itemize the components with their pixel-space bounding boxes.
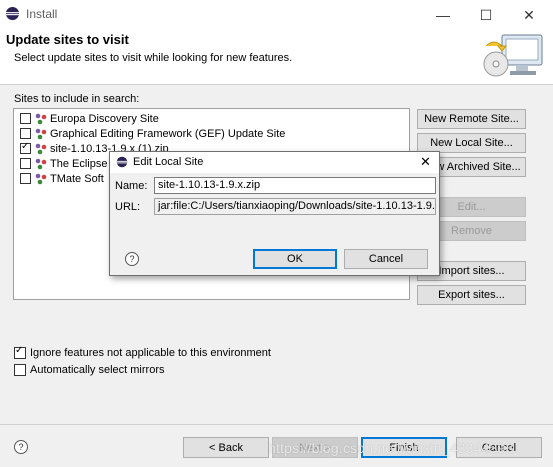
new-local-site-button[interactable]: New Local Site...	[417, 133, 526, 153]
update-site-icon	[35, 158, 47, 169]
dialog-title: Edit Local Site	[133, 156, 204, 168]
ignore-features-checkbox[interactable]	[14, 345, 26, 359]
site-checkbox[interactable]	[20, 158, 31, 169]
site-label: The Eclipse	[50, 157, 108, 170]
title-bar: Install — ☐ ✕	[0, 0, 553, 30]
dialog-ok-button[interactable]: OK	[253, 249, 337, 269]
site-checkbox[interactable]	[20, 141, 31, 154]
dialog-close-button[interactable]: ✕	[420, 154, 431, 170]
minimize-button[interactable]: —	[423, 0, 463, 30]
eclipse-icon	[116, 156, 128, 168]
list-item[interactable]: The Eclipse	[20, 156, 107, 171]
watermark-text: https://blog.csdn.net/weixin_43344398	[268, 440, 514, 456]
close-button[interactable]: ✕	[509, 0, 549, 30]
update-site-icon	[35, 113, 47, 124]
auto-mirrors-label: Automatically select mirrors	[30, 364, 165, 376]
site-checkbox[interactable]	[20, 173, 31, 184]
auto-mirrors-checkbox[interactable]	[14, 364, 26, 376]
page-title: Update sites to visit	[6, 32, 129, 47]
name-label: Name:	[115, 180, 148, 192]
help-icon[interactable]: ?	[14, 440, 28, 454]
dialog-help-icon[interactable]: ?	[125, 252, 139, 266]
footer-separator	[0, 424, 553, 425]
dialog-cancel-button[interactable]: Cancel	[344, 249, 428, 269]
ignore-features-option[interactable]: Ignore features not applicable to this e…	[14, 345, 271, 359]
site-label: Graphical Editing Framework (GEF) Update…	[50, 127, 286, 140]
url-field[interactable]: jar:file:C:/Users/tianxiaoping/Downloads…	[154, 198, 436, 215]
maximize-button[interactable]: ☐	[466, 0, 506, 30]
update-site-icon	[35, 143, 47, 154]
page-subtitle: Select update sites to visit while looki…	[14, 52, 293, 64]
wizard-header: Update sites to visit Select update site…	[0, 30, 553, 85]
list-item[interactable]: Europa Discovery Site	[20, 111, 159, 126]
site-checkbox[interactable]	[20, 113, 31, 124]
dialog-title-bar: Edit Local Site ✕	[110, 152, 439, 173]
sites-label: Sites to include in search:	[14, 93, 140, 105]
update-site-icon	[35, 173, 47, 184]
install-wizard-icon	[483, 34, 543, 77]
auto-mirrors-option[interactable]: Automatically select mirrors	[14, 364, 164, 376]
new-remote-site-button[interactable]: New Remote Site...	[417, 109, 526, 129]
url-label: URL:	[115, 201, 141, 213]
site-label: TMate Soft	[50, 172, 104, 185]
list-item[interactable]: TMate Soft	[20, 171, 104, 186]
site-label: Europa Discovery Site	[50, 112, 159, 125]
list-item[interactable]: Graphical Editing Framework (GEF) Update…	[20, 126, 285, 141]
window-title: Install	[26, 7, 58, 21]
export-sites-button[interactable]: Export sites...	[417, 285, 526, 305]
name-field[interactable]: site-1.10.13-1.9.x.zip	[154, 177, 436, 194]
eclipse-icon	[5, 6, 20, 21]
update-site-icon	[35, 128, 47, 139]
edit-local-site-dialog: Edit Local Site ✕ Name: site-1.10.13-1.9…	[109, 151, 440, 276]
site-checkbox[interactable]	[20, 128, 31, 139]
ignore-features-label: Ignore features not applicable to this e…	[30, 347, 271, 359]
back-button[interactable]: < Back	[183, 437, 269, 458]
